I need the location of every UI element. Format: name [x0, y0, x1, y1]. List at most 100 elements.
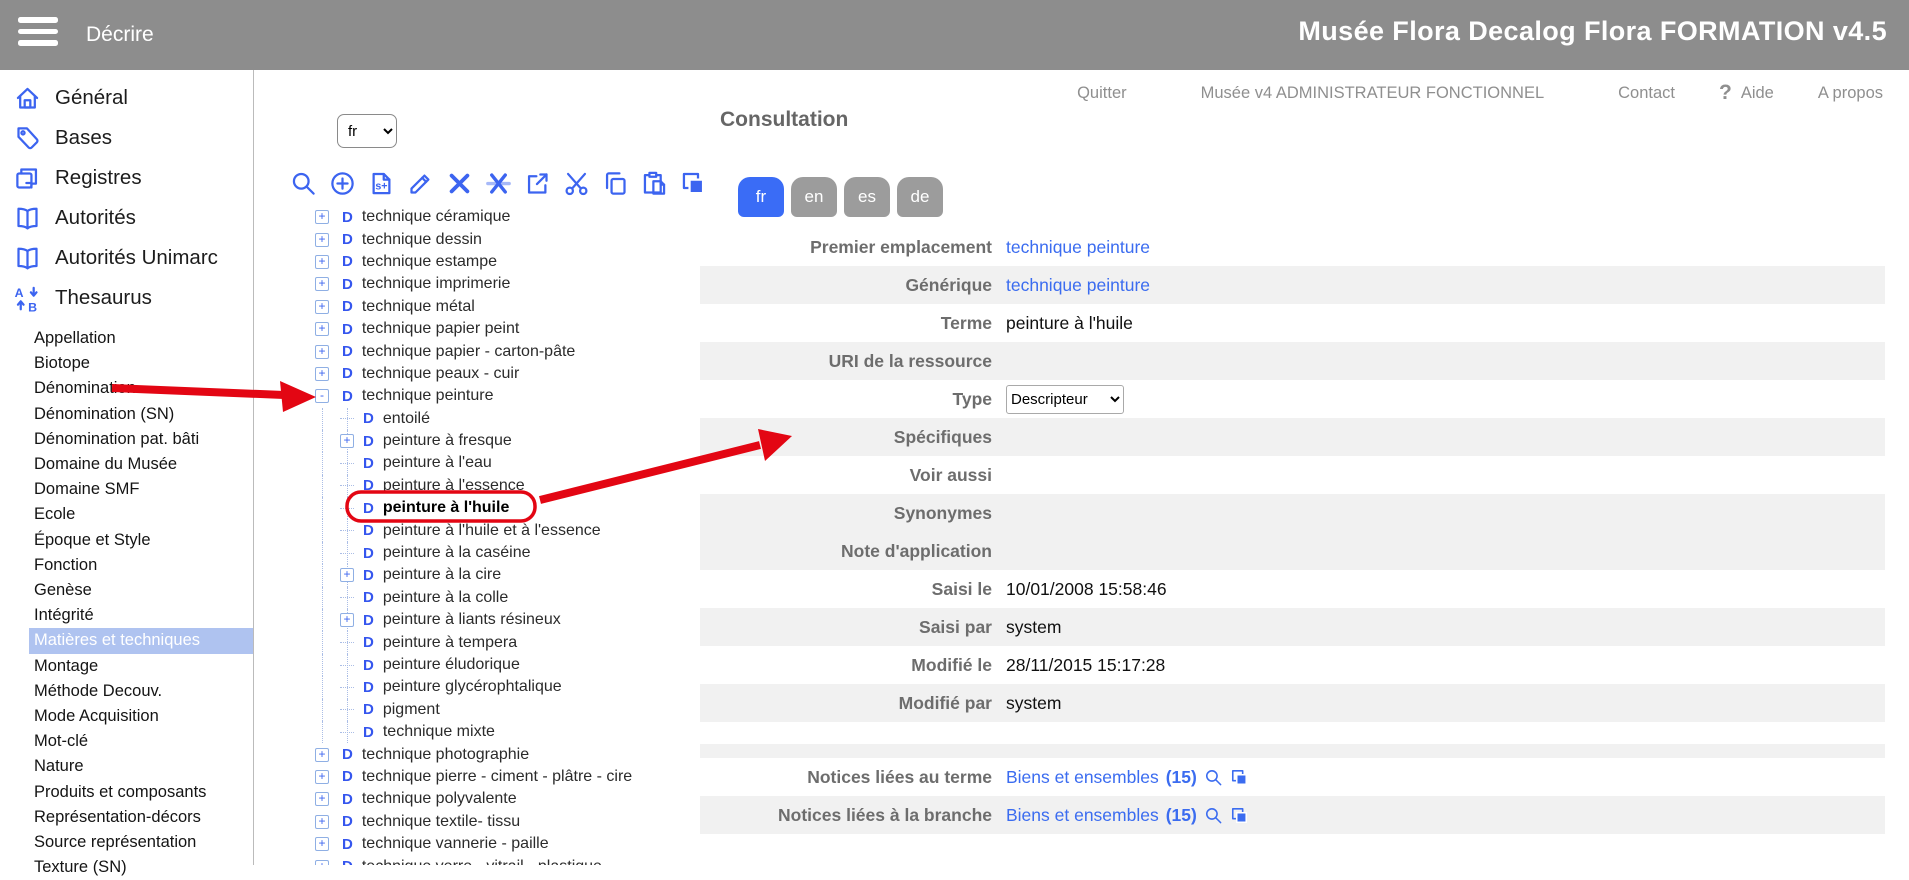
tree-node-peinture-eludorique[interactable]: Dpeinture éludorique [254, 654, 706, 676]
thesaurus-item-source-representation[interactable]: Source représentation [0, 830, 253, 855]
thesaurus-item-domaine-smf[interactable]: Domaine SMF [0, 477, 253, 502]
expand-toggle-icon[interactable]: + [315, 345, 329, 359]
notices-count[interactable]: (15) [1166, 805, 1197, 826]
sidebar-item-thesaurus[interactable]: ABThesaurus [0, 278, 253, 318]
thesaurus-item-biotope[interactable]: Biotope [0, 351, 253, 376]
field-link[interactable]: technique peinture [1006, 275, 1150, 296]
open-record-icon[interactable] [1230, 806, 1249, 825]
thesaurus-item-denomination[interactable]: Dénomination [0, 376, 253, 401]
tree-node-peinture-a-l-eau[interactable]: Dpeinture à l'eau [254, 452, 706, 474]
tree-node-technique-estampe[interactable]: +Dtechnique estampe [254, 251, 706, 273]
tree-node-entoile[interactable]: Dentoilé [254, 408, 706, 430]
tree-node-technique-ceramique[interactable]: +Dtechnique céramique [254, 206, 706, 228]
tree-node-peinture-a-la-cire[interactable]: +Dpeinture à la cire [254, 564, 706, 586]
collapse-toggle-icon[interactable]: - [315, 389, 329, 403]
type-select[interactable]: Descripteur [1006, 385, 1124, 414]
tree-node-peinture-a-la-caseine[interactable]: Dpeinture à la caséine [254, 542, 706, 564]
tree-node-peinture-a-l-essence[interactable]: Dpeinture à l'essence [254, 475, 706, 497]
thesaurus-item-fonction[interactable]: Fonction [0, 553, 253, 578]
expand-toggle-icon[interactable]: + [315, 860, 329, 865]
sidebar-item-general[interactable]: Général [0, 78, 253, 118]
tab-lang-de[interactable]: de [897, 177, 943, 217]
tab-lang-es[interactable]: es [844, 177, 890, 217]
search-icon[interactable] [1204, 768, 1223, 787]
delete-x-icon[interactable] [446, 170, 473, 197]
notices-count[interactable]: (15) [1166, 767, 1197, 788]
thesaurus-item-mode-acquisition[interactable]: Mode Acquisition [0, 704, 253, 729]
expand-toggle-icon[interactable]: + [315, 815, 329, 829]
tree-node-technique-imprimerie[interactable]: +Dtechnique imprimerie [254, 273, 706, 295]
sidebar-item-bases[interactable]: Bases [0, 118, 253, 158]
tree-node-peinture-glycerophtalique[interactable]: Dpeinture glycérophtalique [254, 676, 706, 698]
add-synonym-icon[interactable]: s+ [368, 170, 395, 197]
tree-node-peinture-a-fresque[interactable]: +Dpeinture à fresque [254, 430, 706, 452]
expand-toggle-icon[interactable]: + [340, 613, 354, 627]
expand-toggle-icon[interactable]: + [315, 300, 329, 314]
expand-toggle-icon[interactable]: + [340, 568, 354, 582]
tree-node-technique-metal[interactable]: +Dtechnique métal [254, 296, 706, 318]
tree-node-peinture-a-tempera[interactable]: Dpeinture à tempera [254, 631, 706, 653]
open-record-icon[interactable] [1230, 768, 1249, 787]
sidebar-item-autorites[interactable]: Autorités [0, 198, 253, 238]
notices-link[interactable]: Biens et ensembles [1006, 805, 1159, 826]
tree-node-technique-textile-tissu[interactable]: +Dtechnique textile- tissu [254, 811, 706, 833]
open-external-icon[interactable] [524, 170, 551, 197]
tree-node-technique-vannerie-paille[interactable]: +Dtechnique vannerie - paille [254, 833, 706, 855]
delete-branch-icon[interactable] [485, 170, 512, 197]
thesaurus-item-montage[interactable]: Montage [0, 654, 253, 679]
expand-toggle-icon[interactable]: + [315, 233, 329, 247]
tree-node-peinture-a-l-huile[interactable]: Dpeinture à l'huile [254, 497, 706, 519]
tree-node-technique-peaux-cuir[interactable]: +Dtechnique peaux - cuir [254, 363, 706, 385]
tree-node-technique-photographie[interactable]: +Dtechnique photographie [254, 743, 706, 765]
expand-toggle-icon[interactable]: + [315, 255, 329, 269]
tree-node-technique-papier-peint[interactable]: +Dtechnique papier peint [254, 318, 706, 340]
search-icon[interactable] [290, 170, 317, 197]
thesaurus-item-matieres-et-techniques[interactable]: Matières et techniques [29, 628, 253, 653]
language-select[interactable]: fr [337, 114, 397, 148]
hamburger-menu-icon[interactable] [18, 17, 60, 46]
search-icon[interactable] [1204, 806, 1223, 825]
copy-icon[interactable] [602, 170, 629, 197]
thesaurus-item-representation-decors[interactable]: Représentation-décors [0, 805, 253, 830]
expand-toggle-icon[interactable]: + [315, 210, 329, 224]
thesaurus-item-methode-decouv[interactable]: Méthode Decouv. [0, 679, 253, 704]
thesaurus-item-appellation[interactable]: Appellation [0, 326, 253, 351]
thesaurus-item-ecole[interactable]: Ecole [0, 502, 253, 527]
thesaurus-item-mot-cle[interactable]: Mot-clé [0, 729, 253, 754]
thesaurus-item-integrite[interactable]: Intégrité [0, 603, 253, 628]
paste-icon[interactable] [641, 170, 668, 197]
thesaurus-item-produits-et-composants[interactable]: Produits et composants [0, 780, 253, 805]
tree-node-technique-peinture[interactable]: -Dtechnique peinture [254, 385, 706, 407]
tree-node-technique-pierre-ciment-platre-cire[interactable]: +Dtechnique pierre - ciment - plâtre - c… [254, 766, 706, 788]
refresh-icon[interactable] [292, 118, 319, 145]
cut-scissors-icon[interactable] [563, 170, 590, 197]
tree-node-technique-mixte[interactable]: Dtechnique mixte [254, 721, 706, 743]
thesaurus-item-denomination-sn[interactable]: Dénomination (SN) [0, 402, 253, 427]
expand-toggle-icon[interactable]: + [315, 837, 329, 851]
tree-node-peinture-a-l-huile-et-a-l-essence[interactable]: Dpeinture à l'huile et à l'essence [254, 519, 706, 541]
tab-lang-en[interactable]: en [791, 177, 837, 217]
sidebar-item-registres[interactable]: Registres [0, 158, 253, 198]
thesaurus-item-epoque-et-style[interactable]: Époque et Style [0, 528, 253, 553]
thesaurus-item-denomination-pat-bati[interactable]: Dénomination pat. bâti [0, 427, 253, 452]
expand-toggle-icon[interactable]: + [315, 367, 329, 381]
tab-lang-fr[interactable]: fr [738, 177, 784, 217]
tree-node-pigment[interactable]: Dpigment [254, 699, 706, 721]
expand-toggle-icon[interactable]: + [315, 748, 329, 762]
expand-toggle-icon[interactable]: + [315, 770, 329, 784]
tree-node-technique-dessin[interactable]: +Dtechnique dessin [254, 228, 706, 250]
edit-pencil-icon[interactable] [407, 170, 434, 197]
notices-link[interactable]: Biens et ensembles [1006, 767, 1159, 788]
expand-toggle-icon[interactable]: + [340, 434, 354, 448]
tree-node-technique-papier-carton-pate[interactable]: +Dtechnique papier - carton-pâte [254, 340, 706, 362]
tree-node-peinture-a-liants-resineux[interactable]: +Dpeinture à liants résineux [254, 609, 706, 631]
tree-node-technique-verre-vitrail-plastique[interactable]: +Dtechnique verre - vitrail - plastique [254, 855, 706, 865]
thesaurus-item-texture-sn[interactable]: Texture (SN) [0, 855, 253, 880]
tree-node-technique-polyvalente[interactable]: +Dtechnique polyvalente [254, 788, 706, 810]
expand-toggle-icon[interactable]: + [315, 277, 329, 291]
thesaurus-item-nature[interactable]: Nature [0, 754, 253, 779]
thesaurus-item-domaine-du-musee[interactable]: Domaine du Musée [0, 452, 253, 477]
field-link[interactable]: technique peinture [1006, 237, 1150, 258]
sidebar-item-autorites-unimarc[interactable]: Autorités Unimarc [0, 238, 253, 278]
thesaurus-item-genese[interactable]: Genèse [0, 578, 253, 603]
